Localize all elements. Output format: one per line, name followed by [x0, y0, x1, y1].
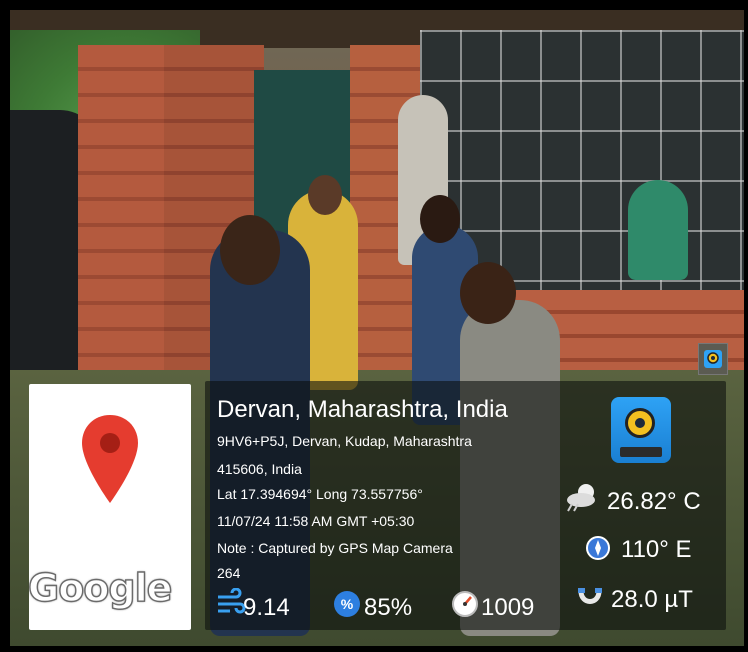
brick-pillar-left — [78, 45, 164, 375]
compass-heading: 110° E — [621, 536, 692, 563]
person-head — [220, 215, 280, 285]
address-line-1: 9HV6+P5J, Dervan, Kudap, Maharashtra — [217, 433, 472, 449]
pressure-gauge-icon — [451, 590, 479, 623]
svg-text:%: % — [341, 596, 354, 612]
datetime: 11/07/24 11:58 AM GMT +05:30 — [217, 513, 415, 529]
cloud-icon — [564, 480, 602, 517]
wind-icon — [216, 587, 246, 623]
magnetic-field: 28.0 µT — [611, 586, 693, 613]
compass-icon — [585, 535, 611, 566]
temperature: 26.82° C — [607, 488, 701, 515]
app-icon-strip — [620, 447, 662, 457]
humidity-value: 85% — [364, 594, 413, 621]
pressure-value: 1009 — [481, 594, 535, 621]
google-logo: Google — [27, 565, 173, 610]
location-title: Dervan, Maharashtra, India — [217, 396, 508, 423]
camera-lens-icon — [704, 350, 722, 368]
person-at-window — [628, 180, 688, 280]
person-head — [308, 175, 342, 215]
camera-lens-icon — [625, 408, 655, 438]
map-pin-icon — [80, 413, 140, 510]
address-line-2: 415606, India — [217, 461, 302, 477]
coordinates: Lat 17.394694° Long 73.557756° — [217, 486, 423, 502]
small-app-badge — [698, 343, 728, 375]
person-head — [460, 262, 516, 324]
humidity-icon: % — [333, 590, 361, 623]
person-head — [420, 195, 460, 243]
extra-value: 264 — [217, 565, 241, 581]
magnet-icon — [577, 587, 603, 616]
wind-speed: 9.14 — [243, 594, 290, 621]
capture-note: Note : Captured by GPS Map Camera — [217, 540, 453, 556]
